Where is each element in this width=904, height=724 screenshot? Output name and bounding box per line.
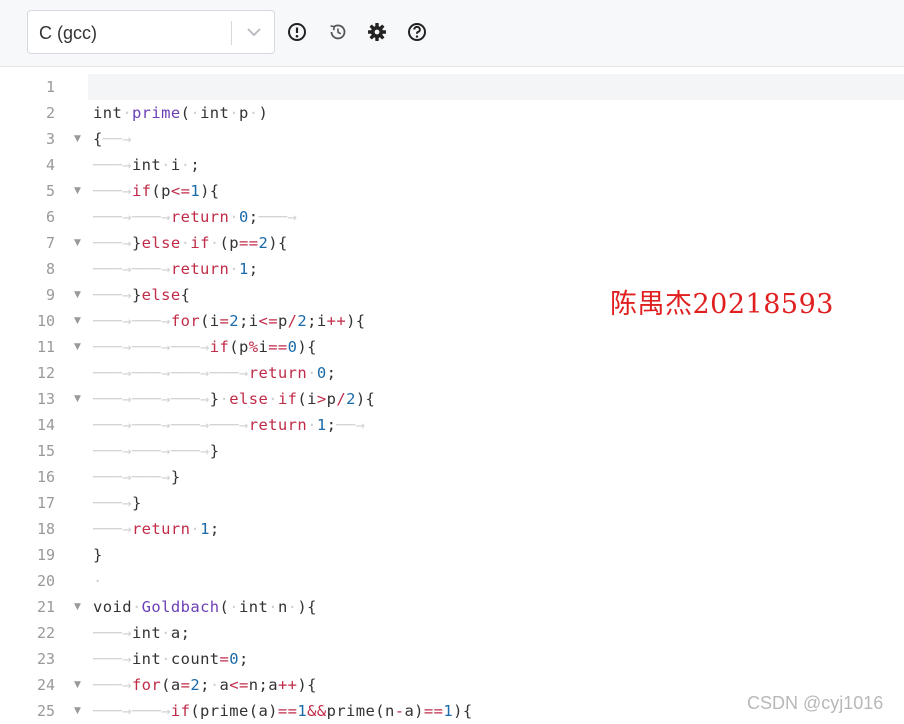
code-text: {──→: [93, 130, 132, 148]
code-text: ───→}else·if·(p==2){: [93, 234, 288, 252]
line-number: 20: [36, 572, 55, 590]
code-line: 16 ───→───→}: [8, 464, 904, 490]
line-number: 23: [36, 650, 55, 668]
editor-toolbar: C (gcc): [0, 0, 904, 67]
fold-arrow-icon[interactable]: ▼: [74, 178, 84, 204]
code-editor[interactable]: 1 2 int·prime(·int·p·) 3 ▼ {──→ 4 ───→in…: [8, 67, 904, 724]
code-text: ───→for(a=2;·a<=n;a++){: [93, 676, 317, 694]
code-text: }: [93, 546, 103, 564]
line-number: 12: [36, 364, 55, 382]
line-number: 4: [45, 156, 55, 174]
code-text: ───→───→───→}: [93, 442, 220, 460]
line-number: 22: [36, 624, 55, 642]
code-line: 2 int·prime(·int·p·): [8, 100, 904, 126]
code-line: 21 ▼ void·Goldbach(·int·n·){: [8, 594, 904, 620]
code-line: 8 ───→───→return·1;: [8, 256, 904, 282]
code-text: void·Goldbach(·int·n·){: [93, 598, 317, 616]
code-line: 17 ───→}: [8, 490, 904, 516]
fold-arrow-icon[interactable]: ▼: [74, 594, 84, 620]
alert-circle-icon[interactable]: [286, 21, 308, 43]
code-text: ───→}: [93, 494, 142, 512]
code-line: 19 }: [8, 542, 904, 568]
code-text: ───→───→return·1;: [93, 260, 259, 278]
line-number: 21: [36, 598, 55, 616]
code-line: 4 ───→int·i·;: [8, 152, 904, 178]
fold-arrow-icon[interactable]: ▼: [74, 308, 84, 334]
code-text: ───→───→───→───→return·0;: [93, 364, 337, 382]
code-text: ·: [93, 572, 103, 590]
chevron-down-icon: [247, 28, 261, 37]
code-line: 23 ───→int·count=0;: [8, 646, 904, 672]
line-number: 24: [36, 676, 55, 694]
line-number: 25: [36, 702, 55, 720]
code-text: int·prime(·int·p·): [93, 104, 269, 122]
code-line: 18 ───→return·1;: [8, 516, 904, 542]
code-line: 13 ▼ ───→───→───→}·else·if(i>p/2){: [8, 386, 904, 412]
gear-icon[interactable]: [366, 21, 388, 43]
line-number: 11: [36, 338, 55, 356]
fold-arrow-icon[interactable]: ▼: [74, 126, 84, 152]
line-number: 6: [45, 208, 55, 226]
code-line: 12 ───→───→───→───→return·0;: [8, 360, 904, 386]
code-text: ───→───→return·0;───→: [93, 208, 298, 226]
author-watermark: 陈禺杰20218593: [610, 289, 834, 320]
line-number: 17: [36, 494, 55, 512]
line-number: 8: [45, 260, 55, 278]
code-text: ───→int·a;: [93, 624, 191, 642]
line-number: 14: [36, 416, 55, 434]
fold-arrow-icon[interactable]: ▼: [74, 698, 84, 724]
line-number: 2: [45, 104, 55, 122]
line-number: 19: [36, 546, 55, 564]
language-select[interactable]: C (gcc): [27, 10, 275, 54]
csdn-credit: CSDN @cyj1016: [747, 693, 884, 713]
code-line: 6 ───→───→return·0;───→: [8, 204, 904, 230]
code-text: ───→───→for(i=2;i<=p/2;i++){: [93, 312, 366, 330]
fold-arrow-icon[interactable]: ▼: [74, 672, 84, 698]
code-text: ───→───→───→}·else·if(i>p/2){: [93, 390, 376, 408]
code-text: ───→───→───→───→return·1;──→: [93, 416, 366, 434]
line-number: 13: [36, 390, 55, 408]
line-number: 10: [36, 312, 55, 330]
line-number: 7: [45, 234, 55, 252]
code-line: 5 ▼ ───→if(p<=1){: [8, 178, 904, 204]
help-circle-icon[interactable]: [406, 21, 428, 43]
code-line: 11 ▼ ───→───→───→if(p%i==0){: [8, 334, 904, 360]
line-number: 9: [45, 286, 55, 304]
code-text: ───→───→───→if(p%i==0){: [93, 338, 317, 356]
line-number: 15: [36, 442, 55, 460]
line-number: 1: [45, 78, 55, 96]
language-select-value: C (gcc): [39, 23, 97, 43]
code-text: ───→int·count=0;: [93, 650, 249, 668]
select-divider: [231, 21, 232, 45]
code-text: ───→int·i·;: [93, 156, 201, 174]
code-line: 7 ▼ ───→}else·if·(p==2){: [8, 230, 904, 256]
code-line: 15 ───→───→───→}: [8, 438, 904, 464]
code-line: 14 ───→───→───→───→return·1;──→: [8, 412, 904, 438]
line-number: 3: [45, 130, 55, 148]
history-icon[interactable]: [327, 21, 349, 43]
code-text: ───→───→}: [93, 468, 181, 486]
code-text: ───→}else{: [93, 286, 191, 304]
code-line: 3 ▼ {──→: [8, 126, 904, 152]
code-text: ───→if(p<=1){: [93, 182, 220, 200]
fold-arrow-icon[interactable]: ▼: [74, 386, 84, 412]
code-text: ───→───→if(prime(a)==1&&prime(n-a)==1){: [93, 702, 473, 720]
line-number: 5: [45, 182, 55, 200]
code-line: 20 ·: [8, 568, 904, 594]
code-line: 22 ───→int·a;: [8, 620, 904, 646]
code-text: ───→return·1;: [93, 520, 220, 538]
line-number: 16: [36, 468, 55, 486]
code-line: 1: [8, 74, 904, 100]
fold-arrow-icon[interactable]: ▼: [74, 334, 84, 360]
line-number: 18: [36, 520, 55, 538]
fold-arrow-icon[interactable]: ▼: [74, 282, 84, 308]
fold-arrow-icon[interactable]: ▼: [74, 230, 84, 256]
